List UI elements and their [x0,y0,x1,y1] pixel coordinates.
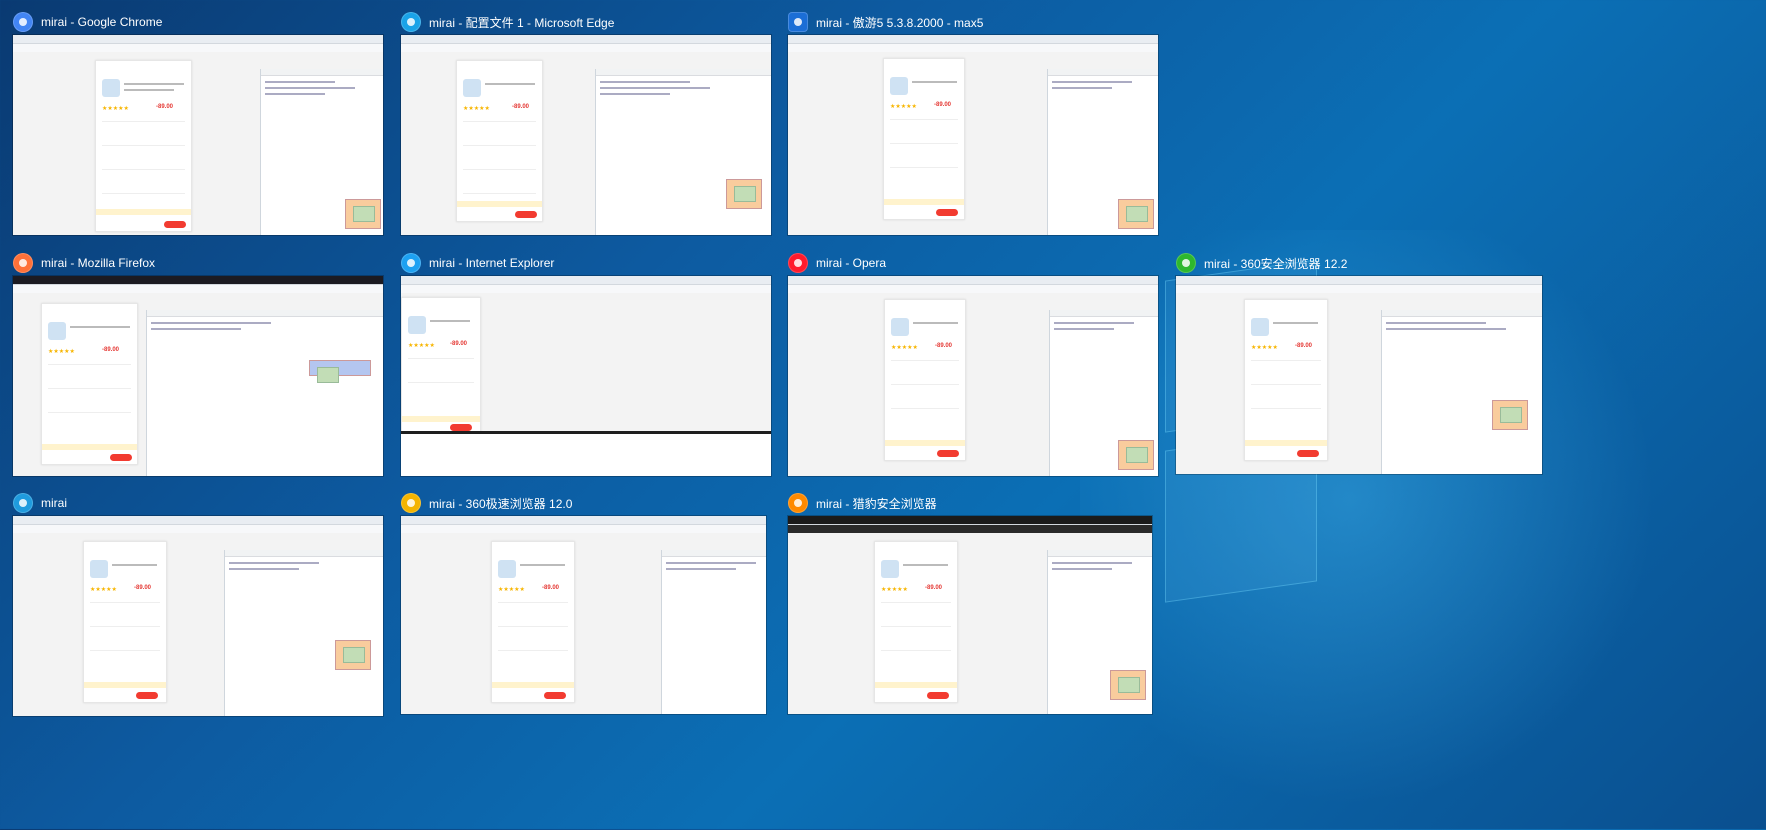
devtools-panel [224,550,383,716]
window-thumbnail: ★★★★★ -89.00 [788,35,1158,235]
window-title: mirai - Opera [816,256,887,270]
product-card: ★★★★★ -89.00 [83,541,167,703]
devtools-panel [661,550,766,714]
window-tile-ie[interactable]: mirai - Internet Explorer ★★★★★ -89.00 [401,252,771,476]
window-title: mirai - 360安全浏览器 12.2 [1204,256,1348,271]
window-thumbnail: ★★★★★ -89.00 [401,516,766,714]
window-tile-opera[interactable]: mirai - Opera ★★★★★ -89.00 [788,252,1158,476]
product-card: ★★★★★ -89.00 [401,297,481,435]
window-title: mirai [41,496,67,510]
cheetah-browser-icon [788,493,808,513]
product-card: ★★★★★ -89.00 [491,541,575,703]
window-thumbnail: ★★★★★ -89.00 [788,516,1152,714]
devtools-panel [1049,310,1158,476]
window-tile-edge-beta[interactable]: mirai ★★★★★ -89.00 [13,492,383,716]
ie-devtools [401,431,771,476]
window-thumbnail: ★★★★★ -89.00 [13,35,383,235]
opera-icon [788,253,808,273]
window-tile-360-safe[interactable]: mirai - 360安全浏览器 12.2 ★★★★★ -89.00 [1176,252,1542,476]
window-tile-chrome[interactable]: mirai - Google Chrome ★★★★★ -89.00 [13,11,383,235]
window-thumbnail: ★★★★★ -89.00 [401,276,771,476]
maxthon-icon [788,12,808,32]
product-card: ★★★★★ -89.00 [456,60,543,222]
window-title: mirai - Mozilla Firefox [41,256,156,270]
product-card: ★★★★★ -89.00 [874,541,958,703]
window-thumbnail: ★★★★★ -89.00 [1176,276,1542,474]
window-title: mirai - Google Chrome [41,15,163,29]
product-card: ★★★★★ -89.00 [884,299,966,461]
internet-explorer-icon [401,253,421,273]
devtools-panel [260,69,383,235]
product-card: ★★★★★ -89.00 [95,60,192,232]
devtools-panel [1047,550,1152,714]
devtools-panel [595,69,771,235]
window-title: mirai - 配置文件 1 - Microsoft Edge [429,15,615,30]
devtools-panel [1381,310,1542,474]
window-title: mirai - 傲游5 5.3.8.2000 - max5 [816,15,984,30]
window-tile-360-speed[interactable]: mirai - 360极速浏览器 12.0 ★★★★★ -89.00 [401,492,766,716]
window-tile-cheetah[interactable]: mirai - 猎豹安全浏览器 ★★★★★ -89.00 [788,492,1152,716]
window-tile-maxthon[interactable]: mirai - 傲游5 5.3.8.2000 - max5 ★★★★★ -89.0… [788,11,1158,235]
360-speed-browser-icon [401,493,421,513]
window-thumbnail: ★★★★★ -89.00 [13,276,383,476]
window-tile-firefox[interactable]: mirai - Mozilla Firefox ★★★★★ -89.00 [13,252,383,476]
devtools-panel [1047,69,1158,235]
window-title: mirai - 360极速浏览器 12.0 [429,496,573,511]
window-thumbnail: ★★★★★ -89.00 [13,516,383,716]
window-tile-edge[interactable]: mirai - 配置文件 1 - Microsoft Edge ★★★★★ -89… [401,11,771,235]
edge-beta-icon [13,493,33,513]
window-title: mirai - 猎豹安全浏览器 [816,496,937,511]
product-card: ★★★★★ -89.00 [1244,299,1328,461]
devtools-panel [146,310,383,476]
product-card: ★★★★★ -89.00 [41,303,138,465]
edge-icon [401,12,421,32]
360-safe-browser-icon [1176,253,1196,273]
firefox-icon [13,253,33,273]
window-thumbnail: ★★★★★ -89.00 [788,276,1158,476]
window-thumbnail: ★★★★★ -89.00 [401,35,771,235]
chrome-icon [13,12,33,32]
window-title: mirai - Internet Explorer [429,256,555,270]
product-card: ★★★★★ -89.00 [883,58,965,220]
